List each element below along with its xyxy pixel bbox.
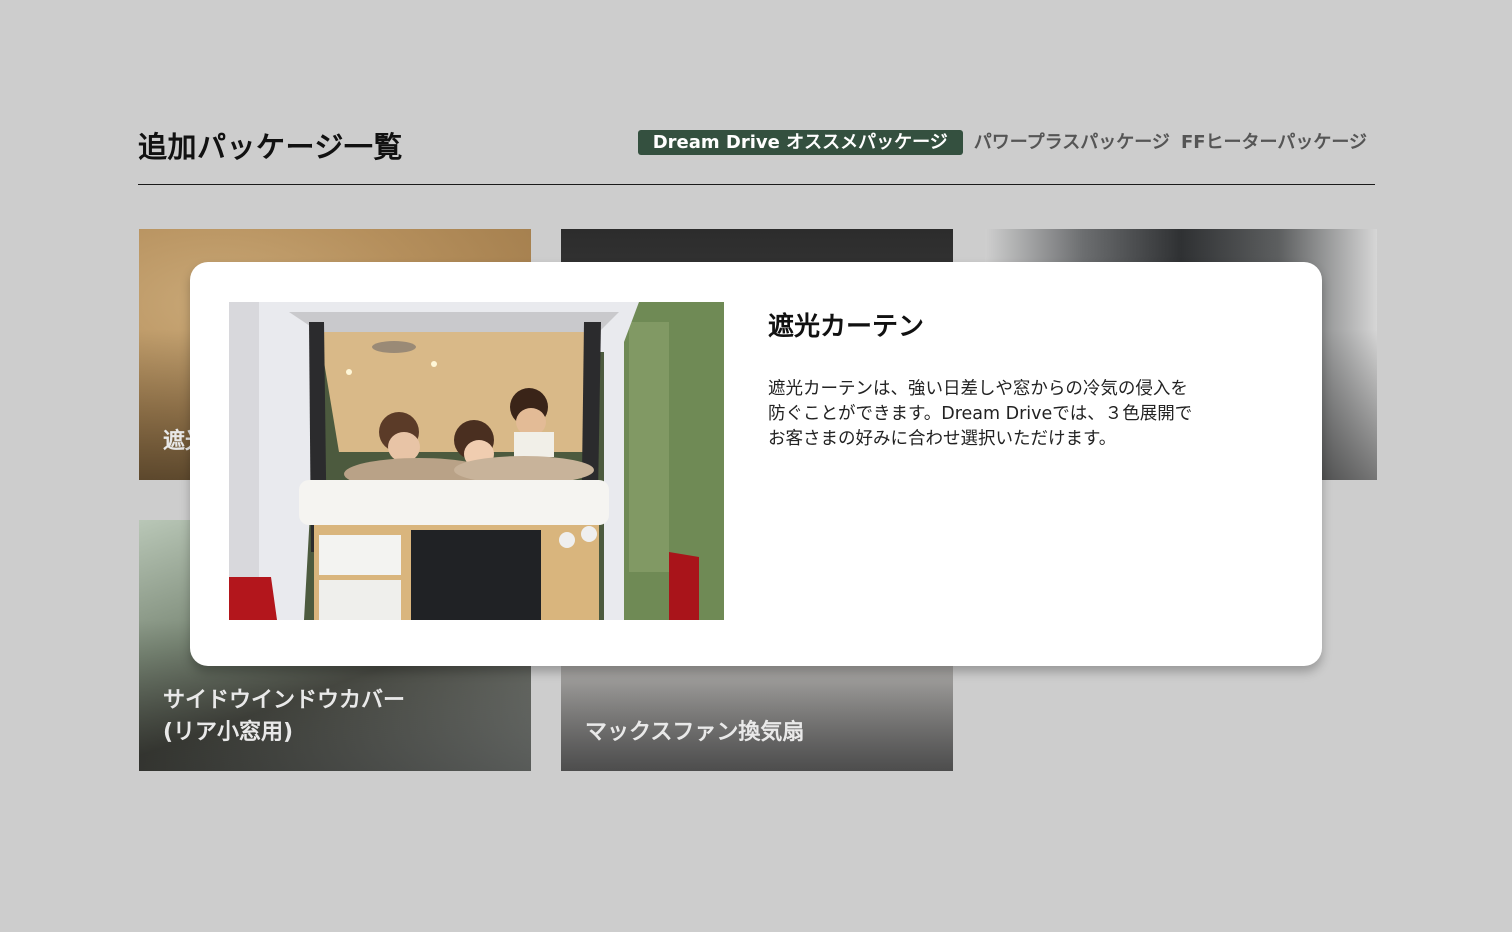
section-header: 追加パッケージ一覧 Dream Drive オススメパッケージ パワープラスパッ… — [138, 118, 1375, 185]
page: 追加パッケージ一覧 Dream Drive オススメパッケージ パワープラスパッ… — [0, 0, 1512, 932]
card-label: マックスファン換気扇 — [585, 720, 805, 745]
page-title: 追加パッケージ一覧 — [138, 130, 403, 164]
tab-power-plus[interactable]: パワープラスパッケージ — [974, 130, 1170, 155]
photo-van-family-icon — [229, 302, 724, 620]
package-tabs: Dream Drive オススメパッケージ パワープラスパッケージ FFヒーター… — [637, 130, 1367, 155]
package-detail-modal: 遮光カーテン 遮光カーテンは、強い日差しや窓からの冷気の侵入を 防ぐことができま… — [190, 262, 1322, 666]
tab-dream-drive-recommended[interactable]: Dream Drive オススメパッケージ — [637, 130, 963, 155]
card-label: サイドウインドウカバー (リア小窓用) — [163, 688, 406, 745]
modal-title: 遮光カーテン — [768, 312, 925, 342]
tab-ff-heater[interactable]: FFヒーターパッケージ — [1181, 130, 1367, 155]
modal-description: 遮光カーテンは、強い日差しや窓からの冷気の侵入を 防ぐことができます。Dream… — [768, 379, 1193, 449]
